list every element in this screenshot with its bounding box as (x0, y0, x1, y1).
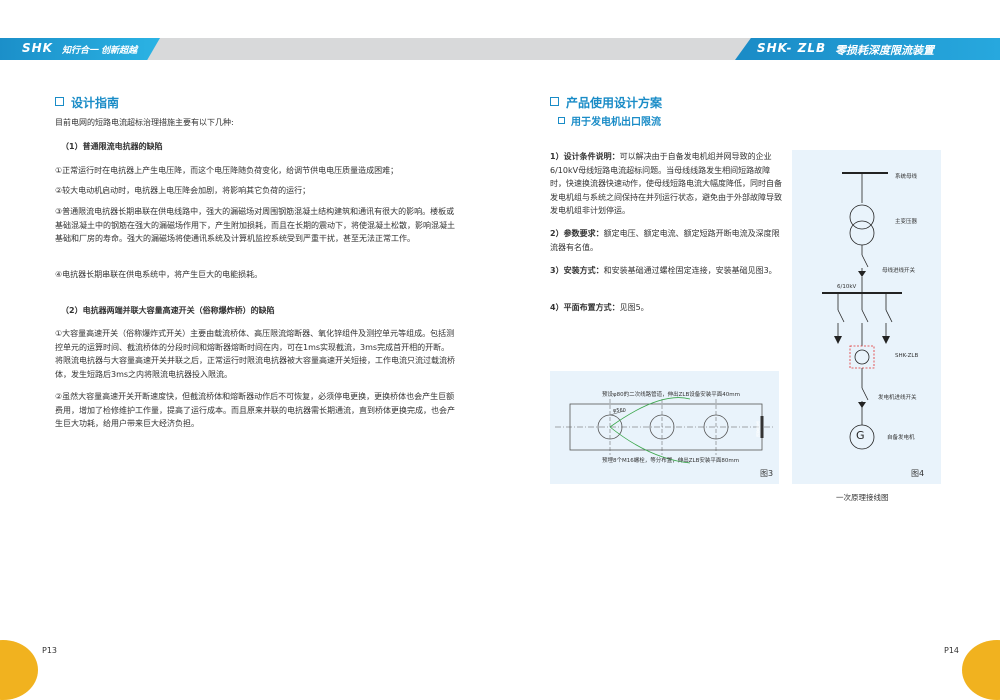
corner-decoration-left (0, 640, 38, 700)
fig4-below-caption: 一次原理接线图 (836, 493, 889, 502)
right-item4: 4）平面布置方式：见图5。 (550, 303, 649, 312)
brand-logo-right: SHK- ZLB (757, 41, 827, 55)
left-sub2: （2）电抗器两端并联大容量高速开关（俗称爆炸桥）的缺陷 (61, 306, 275, 315)
page-number-left: P13 (42, 646, 58, 655)
figure-3: 预设φ80的二次线路管道，伸出ZLB设备安装平面40mm φ560 预埋8个M1… (550, 371, 779, 484)
fig4-label-transformer: 主变压器 (895, 219, 918, 225)
right-section-title: 产品使用设计方案 (550, 94, 662, 111)
foundation-drawing (555, 397, 774, 464)
corner-decoration-right (962, 640, 1000, 700)
fig4-label-voltage: 6/10kV (837, 284, 857, 290)
fig4-label-bus-switch: 母线进线开关 (882, 268, 916, 274)
left-p5: ①大容量高速开关（俗称爆炸式开关）主要由载流桥体、高压限流熔断器、氧化锌组件及测… (55, 329, 455, 379)
square-bullet-icon (550, 97, 559, 106)
left-p6: ②虽然大容量高速开关开断速度快，但截流桥体和熔断器动作后不可恢复，必须停电更换，… (55, 392, 455, 428)
fig4-label-system-bus: 系统母线 (895, 174, 918, 180)
fig3-top-note: 预设φ80的二次线路管道，伸出ZLB设备安装平面40mm (602, 392, 740, 398)
right-item2: 2）参数要求：额定电压、额定电流、额定短路开断电流及深度限流器有名值。 (550, 229, 780, 252)
brand-logo-left: SHK (22, 41, 53, 55)
square-bullet-icon (558, 117, 565, 124)
fig4-label-shk-zlb: SHK-ZLB (895, 353, 919, 359)
page-number-right: P14 (944, 646, 960, 655)
figure-4: G 系统母线 主变压器 母线进线开关 6/10kV SHK-ZLB 发电机进线开… (792, 150, 941, 484)
left-p1: ①正常运行时在电抗器上产生电压降，而这个电压降随负荷变化，给调节供电电压质量造成… (55, 166, 399, 175)
right-sub-title: 用于发电机出口限流 (558, 113, 661, 128)
single-line-diagram (822, 172, 902, 450)
fig3-dim: φ560 (613, 408, 626, 414)
header-right-banner: SHK- ZLB 零损耗深度限流装置 (735, 38, 1000, 60)
fig4-label-gen-switch: 发电机进线开关 (878, 395, 917, 401)
brand-slogan: 知行合一 创新超越 (62, 46, 138, 56)
right-item1: 1）设计条件说明：可以解决由于自备发电机组并网导致的企业6/10kV母线短路电流… (550, 152, 782, 215)
header-left-banner: SHK 知行合一 创新超越 (0, 38, 160, 60)
generator-symbol: G (856, 429, 865, 442)
left-section-title: 设计指南 (55, 94, 119, 111)
fig3-caption: 图3 (760, 469, 774, 478)
left-intro: 目前电网的短路电流超标治理措施主要有以下几种: (55, 118, 234, 127)
square-bullet-icon (55, 97, 64, 106)
product-title: 零损耗深度限流装置 (835, 44, 934, 57)
fig3-side-text: 安装基础 (756, 421, 761, 437)
fig4-caption: 图4 (911, 469, 925, 478)
left-p2: ②较大电动机启动时，电抗器上电压降会加剧，将影响其它负荷的运行； (55, 186, 311, 195)
left-p4: ④电抗器长期串联在供电系统中，将产生巨大的电能损耗。 (55, 270, 263, 279)
left-p3: ③普通限流电抗器长期串联在供电线路中，强大的漏磁场对周围钢筋混凝土结构建筑和通讯… (55, 207, 455, 243)
left-sub1: （1）普通限流电抗器的缺陷 (61, 142, 163, 151)
fig4-label-generator: 自备发电机 (887, 435, 915, 441)
fig3-bottom-note: 预埋8个M16螺栓，等分布置，伸出ZLB安装平面80mm (602, 458, 740, 464)
right-item3: 3）安装方式：和安装基础通过螺栓固定连接，安装基础见图3。 (550, 266, 777, 275)
